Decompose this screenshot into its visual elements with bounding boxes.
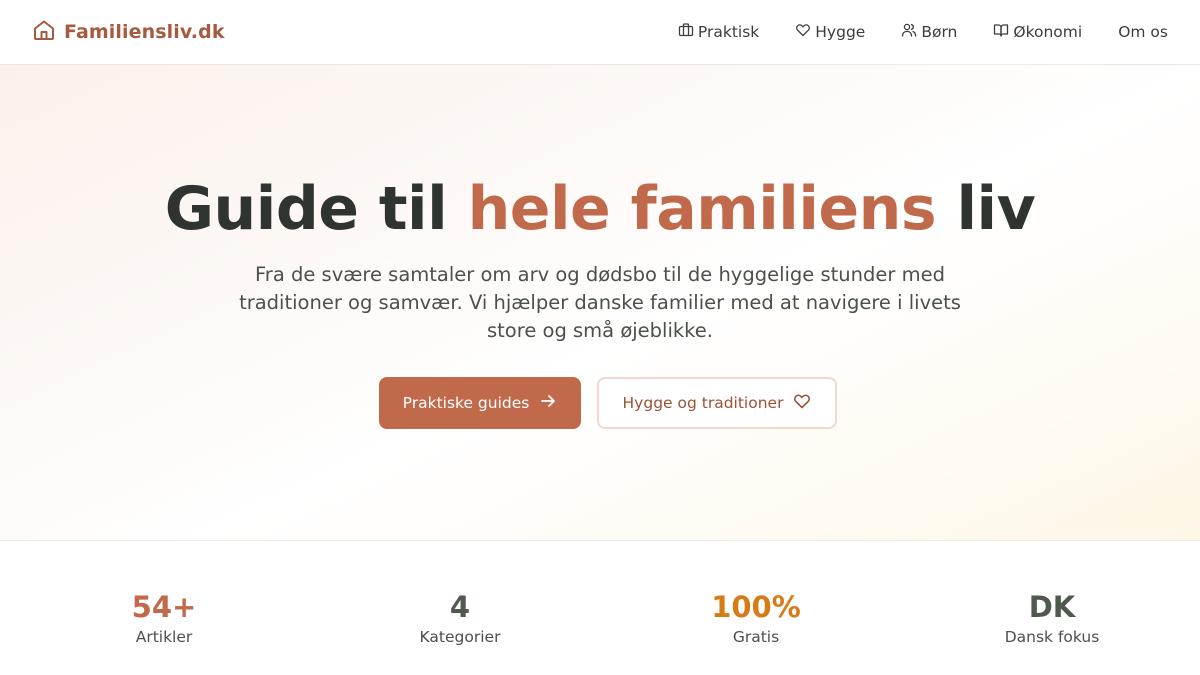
nav-label: Økonomi — [1013, 23, 1083, 41]
book-icon — [993, 22, 1009, 42]
nav-label: Hygge — [815, 23, 866, 41]
stat-value: 54+ — [131, 590, 197, 624]
practical-guides-button[interactable]: Praktiske guides — [379, 377, 581, 429]
hero-title-part1: Guide til — [164, 174, 468, 244]
nav-label: Børn — [921, 23, 958, 41]
site-header: Familiensliv.dk Praktisk Hygge Børn Økon… — [0, 0, 1200, 65]
hero-section: Guide til hele familiens liv Fra de svær… — [0, 65, 1200, 541]
briefcase-icon — [678, 22, 694, 42]
nav-item-hygge[interactable]: Hygge — [795, 22, 865, 42]
stat-value: DK — [1028, 590, 1076, 624]
hygge-traditions-button[interactable]: Hygge og traditioner — [597, 377, 837, 429]
stat-free: 100% Gratis — [636, 588, 876, 648]
nav-label: Praktisk — [697, 23, 760, 41]
nav-item-om-os[interactable]: Om os — [1118, 23, 1168, 41]
home-icon — [32, 18, 56, 46]
button-label: Praktiske guides — [402, 394, 530, 412]
stat-categories: 4 Kategorier — [340, 588, 580, 648]
hero-subtitle: Fra de svære samtaler om arv og dødsbo t… — [239, 263, 961, 342]
stat-danish-focus: DK Dansk fokus — [932, 588, 1172, 648]
button-label: Hygge og traditioner — [622, 394, 784, 412]
nav-label: Om os — [1118, 23, 1168, 41]
logo-link[interactable]: Familiensliv.dk — [32, 18, 225, 46]
nav-item-okonomi[interactable]: Økonomi — [993, 22, 1082, 42]
stat-value: 4 — [449, 590, 471, 624]
stats-section: 54+ Artikler 4 Kategorier 100% Gratis DK… — [0, 542, 1200, 675]
stat-label: Dansk fokus — [1004, 628, 1100, 646]
heart-icon — [795, 22, 811, 42]
users-icon — [901, 22, 917, 42]
hero-title-accent: hele familiens — [467, 174, 937, 244]
nav-item-praktisk[interactable]: Praktisk — [678, 22, 759, 42]
nav-item-born[interactable]: Børn — [901, 22, 957, 42]
stat-label: Artikler — [135, 628, 193, 646]
hero-title-part2: liv — [936, 174, 1036, 244]
logo-text: Familiensliv.dk — [64, 21, 225, 43]
stat-value: 100% — [711, 590, 801, 624]
stat-articles: 54+ Artikler — [44, 588, 284, 648]
main-nav: Praktisk Hygge Børn Økonomi Om os — [678, 20, 1168, 44]
hero-title: Guide til hele familiens liv — [0, 173, 1200, 245]
arrow-right-icon — [539, 392, 557, 414]
heart-icon — [793, 392, 811, 414]
stat-label: Gratis — [732, 628, 780, 646]
stat-label: Kategorier — [419, 628, 501, 646]
